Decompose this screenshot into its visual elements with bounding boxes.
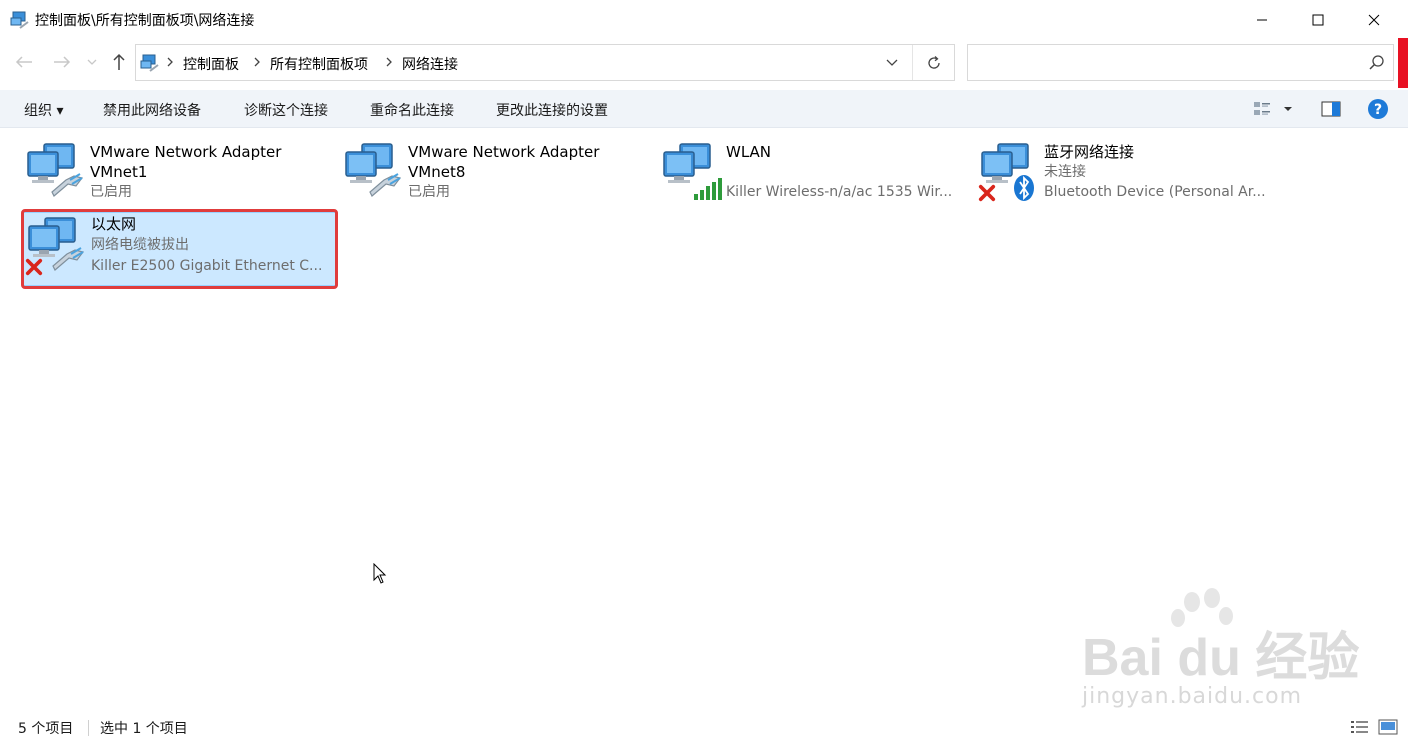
connection-tile-wlan[interactable]: WLAN Killer Wireless-n/a/ac 1535 Wir... <box>658 136 974 212</box>
refresh-icon <box>928 56 940 69</box>
back-button[interactable] <box>12 50 36 74</box>
search-icon[interactable] <box>1368 54 1386 72</box>
connection-name: WLAN <box>726 143 772 161</box>
bluetooth-adapter-icon <box>978 140 1034 204</box>
disable-device-button[interactable]: 禁用此网络设备 <box>103 100 201 120</box>
large-icons-view-icon[interactable] <box>1378 718 1398 736</box>
search-input[interactable] <box>974 51 1354 75</box>
annotation-highlight <box>21 209 338 289</box>
selected-count: 选中 1 个项目 <box>100 721 188 737</box>
edge-accent <box>1398 38 1408 88</box>
chevron-right-icon <box>254 57 260 67</box>
change-view-button[interactable] <box>1250 97 1276 121</box>
mouse-cursor-icon <box>373 563 387 584</box>
connection-status: 已启用 <box>408 184 450 200</box>
close-button[interactable] <box>1348 0 1400 40</box>
watermark-url: jingyan.baidu.com <box>1082 684 1303 709</box>
maximize-icon <box>1312 14 1324 26</box>
rename-button[interactable]: 重命名此连接 <box>370 100 454 120</box>
refresh-button[interactable] <box>920 51 948 75</box>
connection-status: 未连接 <box>1044 164 1086 180</box>
network-adapter-icon <box>342 140 406 204</box>
network-connections-icon <box>10 11 29 29</box>
connection-tile-vmnet8[interactable]: VMware Network Adapter VMnet8 已启用 <box>340 136 656 212</box>
network-connections-icon <box>140 54 159 72</box>
up-button[interactable] <box>107 50 131 74</box>
network-adapter-icon <box>24 140 88 204</box>
close-icon <box>1368 14 1380 26</box>
connection-tile-vmnet1[interactable]: VMware Network Adapter VMnet1 已启用 <box>22 136 338 212</box>
minimize-button[interactable] <box>1236 0 1288 40</box>
chevron-down-icon <box>886 59 898 66</box>
arrow-right-icon <box>54 56 71 68</box>
connection-device: Killer Wireless-n/a/ac 1535 Wir... <box>726 184 953 200</box>
connection-name: VMware Network Adapter VMnet8 <box>408 143 600 181</box>
view-options-dropdown[interactable] <box>1278 97 1298 121</box>
connection-status: 已启用 <box>90 184 132 200</box>
diagnose-button[interactable]: 诊断这个连接 <box>244 100 328 120</box>
status-bar: 5 个项目 选中 1 个项目 <box>0 712 1408 742</box>
breadcrumb-all-items[interactable]: 所有控制面板项 <box>270 54 368 74</box>
connection-name: VMware Network Adapter VMnet1 <box>90 143 282 181</box>
address-history-button[interactable] <box>880 51 904 75</box>
connection-tile-bluetooth[interactable]: 蓝牙网络连接 未连接 Bluetooth Device (Personal Ar… <box>976 136 1292 212</box>
preview-pane-button[interactable] <box>1318 97 1344 121</box>
breadcrumb-control-panel[interactable]: 控制面板 <box>183 54 239 74</box>
preview-pane-icon <box>1321 101 1341 117</box>
breadcrumb-network-connections[interactable]: 网络连接 <box>402 54 458 74</box>
status-divider <box>88 720 89 736</box>
chevron-right-icon <box>386 57 392 67</box>
connection-name: 蓝牙网络连接 <box>1044 143 1135 161</box>
arrow-up-icon <box>113 53 125 70</box>
arrow-left-icon <box>15 56 32 68</box>
title-bar: 控制面板\所有控制面板项\网络连接 <box>0 0 1408 40</box>
address-divider <box>912 45 913 80</box>
connection-device: Bluetooth Device (Personal Ar... <box>1044 184 1266 200</box>
help-button[interactable]: ? <box>1365 97 1391 121</box>
chevron-down-icon <box>87 59 97 65</box>
chevron-right-icon <box>167 57 173 67</box>
organize-button[interactable]: 组织 ▾ <box>24 100 63 120</box>
caret-down-icon <box>1284 107 1292 111</box>
svg-text:?: ? <box>1374 102 1382 118</box>
view-tiles-icon <box>1254 102 1270 115</box>
forward-button[interactable] <box>50 50 74 74</box>
address-bar[interactable]: 控制面板 所有控制面板项 网络连接 <box>135 44 955 81</box>
minimize-icon <box>1257 19 1267 21</box>
search-box[interactable] <box>967 44 1394 81</box>
change-settings-button[interactable]: 更改此连接的设置 <box>496 100 608 120</box>
window-title: 控制面板\所有控制面板项\网络连接 <box>35 13 255 29</box>
recent-locations-button[interactable] <box>82 50 102 74</box>
maximize-button[interactable] <box>1292 0 1344 40</box>
wlan-adapter-icon <box>660 140 722 200</box>
item-count: 5 个项目 <box>18 721 74 737</box>
command-bar: 组织 ▾ 禁用此网络设备 诊断这个连接 重命名此连接 更改此连接的设置 ? <box>0 90 1408 128</box>
help-icon: ? <box>1368 99 1388 119</box>
watermark-brand: Bai du 经验 <box>1082 629 1360 687</box>
details-view-icon[interactable] <box>1350 718 1370 736</box>
